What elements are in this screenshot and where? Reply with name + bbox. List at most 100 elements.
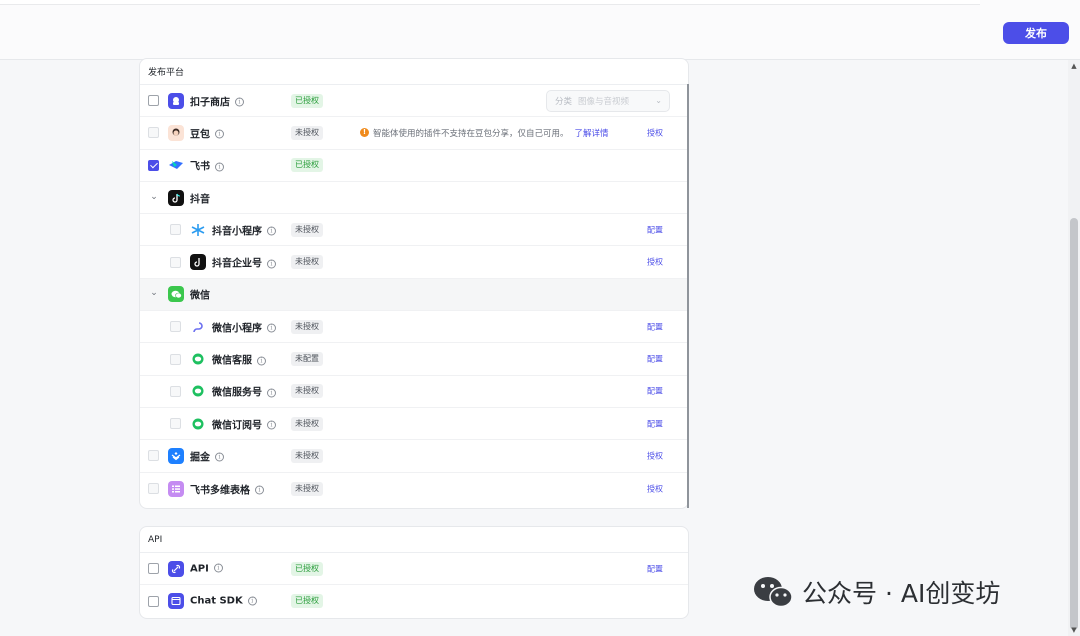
feishu-icon [168, 157, 184, 173]
wechat-service-icon [190, 351, 206, 367]
configure-link[interactable]: 配置 [647, 224, 663, 235]
top-input-strip [0, 0, 980, 5]
authorize-link[interactable]: 授权 [647, 483, 663, 494]
warning-text: 智能体使用的插件不支持在豆包分享，仅自己可用。 [373, 128, 569, 139]
category-select[interactable]: 分类 图像与音视频 ⌄ [546, 89, 670, 112]
scroll-up-icon[interactable]: ▲ [1070, 62, 1078, 70]
platform-name: 微信服务号 [212, 387, 262, 399]
info-icon[interactable]: i [215, 129, 224, 139]
chevron-down-icon[interactable]: ⌄ [149, 192, 159, 202]
publish-platforms-card: 发布平台 扣子商店 i 已授权 分类 图像与音视频 ⌄ 豆包 i 未授权! 智能体使用的插件不支持… [139, 58, 689, 509]
platform-group-row[interactable]: ⌄ 微信 [140, 278, 688, 312]
api-link-icon [168, 560, 184, 577]
configure-link[interactable]: 配置 [647, 354, 663, 365]
platform-name: 飞书 [190, 161, 210, 173]
status-badge: 未授权 [291, 481, 323, 496]
platform-row: API i 已授权 配置 [140, 553, 688, 586]
category-select-label: 分类 [555, 96, 573, 107]
info-icon[interactable]: i [213, 563, 223, 573]
warning-message: ! 智能体使用的插件不支持在豆包分享，仅自己可用。 了解详情 [360, 127, 609, 139]
page-scrollbar-thumb[interactable] [1070, 218, 1078, 630]
info-icon[interactable]: i [267, 420, 276, 430]
configure-link[interactable]: 配置 [647, 418, 663, 429]
platform-label: 飞书多维表格 i [190, 481, 264, 496]
platform-row: 飞书 i 已授权 [140, 150, 688, 182]
info-icon[interactable]: i [267, 226, 276, 236]
platform-label: API i [190, 563, 223, 574]
card-scrollbar[interactable] [687, 84, 689, 508]
platform-checkbox[interactable] [170, 321, 181, 333]
platform-row: 抖音企业号 i 未授权 授权 [140, 246, 688, 279]
configure-link[interactable]: 配置 [647, 321, 663, 332]
scroll-down-icon[interactable]: ▼ [1070, 626, 1078, 634]
configure-link[interactable]: 配置 [647, 563, 663, 574]
status-badge: 未配置 [291, 352, 323, 367]
platform-checkbox[interactable] [148, 483, 159, 495]
platform-name: 豆包 [190, 129, 210, 141]
platform-checkbox[interactable] [148, 95, 159, 107]
platform-row: 掘金 i 未授权 授权 [140, 440, 688, 473]
platform-name: 飞书多维表格 [190, 485, 250, 497]
douyin-enterprise-icon [190, 254, 206, 271]
platform-name: 抖音 [190, 194, 210, 206]
platform-label: 扣子商店 i [190, 93, 244, 108]
learn-more-link[interactable]: 了解详情 [575, 127, 609, 139]
platform-checkbox[interactable] [170, 385, 181, 397]
platform-checkbox[interactable] [170, 224, 181, 236]
platform-label: 微信服务号 i [212, 384, 276, 399]
authorize-link[interactable]: 授权 [647, 127, 663, 138]
platform-name: 抖音小程序 [212, 226, 262, 238]
configure-link[interactable]: 配置 [647, 386, 663, 397]
platform-checkbox[interactable] [148, 450, 159, 462]
platform-checkbox[interactable] [170, 418, 181, 430]
douyin-icon [168, 189, 184, 206]
info-icon[interactable]: i [257, 356, 266, 366]
juejin-icon [168, 447, 184, 464]
platform-label: 抖音企业号 i [212, 255, 276, 270]
platform-name: 微信客服 [212, 355, 252, 367]
status-badge: 未授权 [291, 125, 323, 140]
platform-checkbox[interactable] [148, 563, 159, 575]
category-select-placeholder: 图像与音视频 [578, 96, 630, 107]
doubao-icon [168, 124, 184, 141]
platform-label: 微信 [190, 287, 210, 302]
info-icon[interactable]: i [255, 485, 264, 495]
douyin-miniapp-icon [190, 222, 206, 238]
info-icon[interactable]: i [247, 596, 257, 606]
chevron-down-icon: ⌄ [655, 95, 662, 105]
info-icon[interactable]: i [235, 97, 244, 107]
publish-button[interactable]: 发布 [1003, 22, 1069, 44]
info-icon[interactable]: i [267, 323, 276, 333]
info-icon[interactable]: i [215, 162, 224, 172]
platform-label: 微信客服 i [212, 352, 266, 367]
platform-row: 微信客服 i 未配置 配置 [140, 343, 688, 376]
authorize-link[interactable]: 授权 [647, 257, 663, 268]
platform-label: 掘金 i [190, 448, 224, 463]
platform-checkbox[interactable] [170, 256, 181, 268]
info-icon[interactable]: i [267, 388, 276, 398]
info-icon[interactable]: i [215, 452, 224, 462]
platform-group-row[interactable]: ⌄ 抖音 [140, 182, 688, 215]
platform-checkbox[interactable] [170, 353, 181, 365]
platform-label: 豆包 i [190, 125, 224, 140]
watermark: 公众号 · AI创变坊 [752, 572, 1000, 612]
platform-checkbox[interactable] [148, 595, 159, 607]
chevron-down-icon[interactable]: ⌄ [149, 288, 159, 298]
platform-name: API [190, 563, 209, 575]
platform-row: 微信服务号 i 未授权 配置 [140, 376, 688, 408]
platform-row: 微信订阅号 i 未授权 配置 [140, 408, 688, 441]
status-badge: 未授权 [291, 448, 323, 463]
wechat-icon [168, 286, 184, 303]
status-badge: 未授权 [291, 222, 323, 237]
wechat-subscription-icon [190, 416, 206, 432]
platform-checkbox[interactable] [148, 127, 159, 139]
warning-icon: ! [360, 128, 369, 138]
platform-label: 抖音小程序 i [212, 222, 276, 237]
info-icon[interactable]: i [267, 259, 276, 269]
status-badge: 已授权 [291, 561, 323, 576]
platform-checkbox[interactable] [148, 159, 159, 171]
feishu-bitable-icon [168, 480, 184, 497]
authorize-link[interactable]: 授权 [647, 450, 663, 461]
status-badge: 已授权 [291, 158, 323, 173]
wechat-service-account-icon [190, 383, 206, 399]
